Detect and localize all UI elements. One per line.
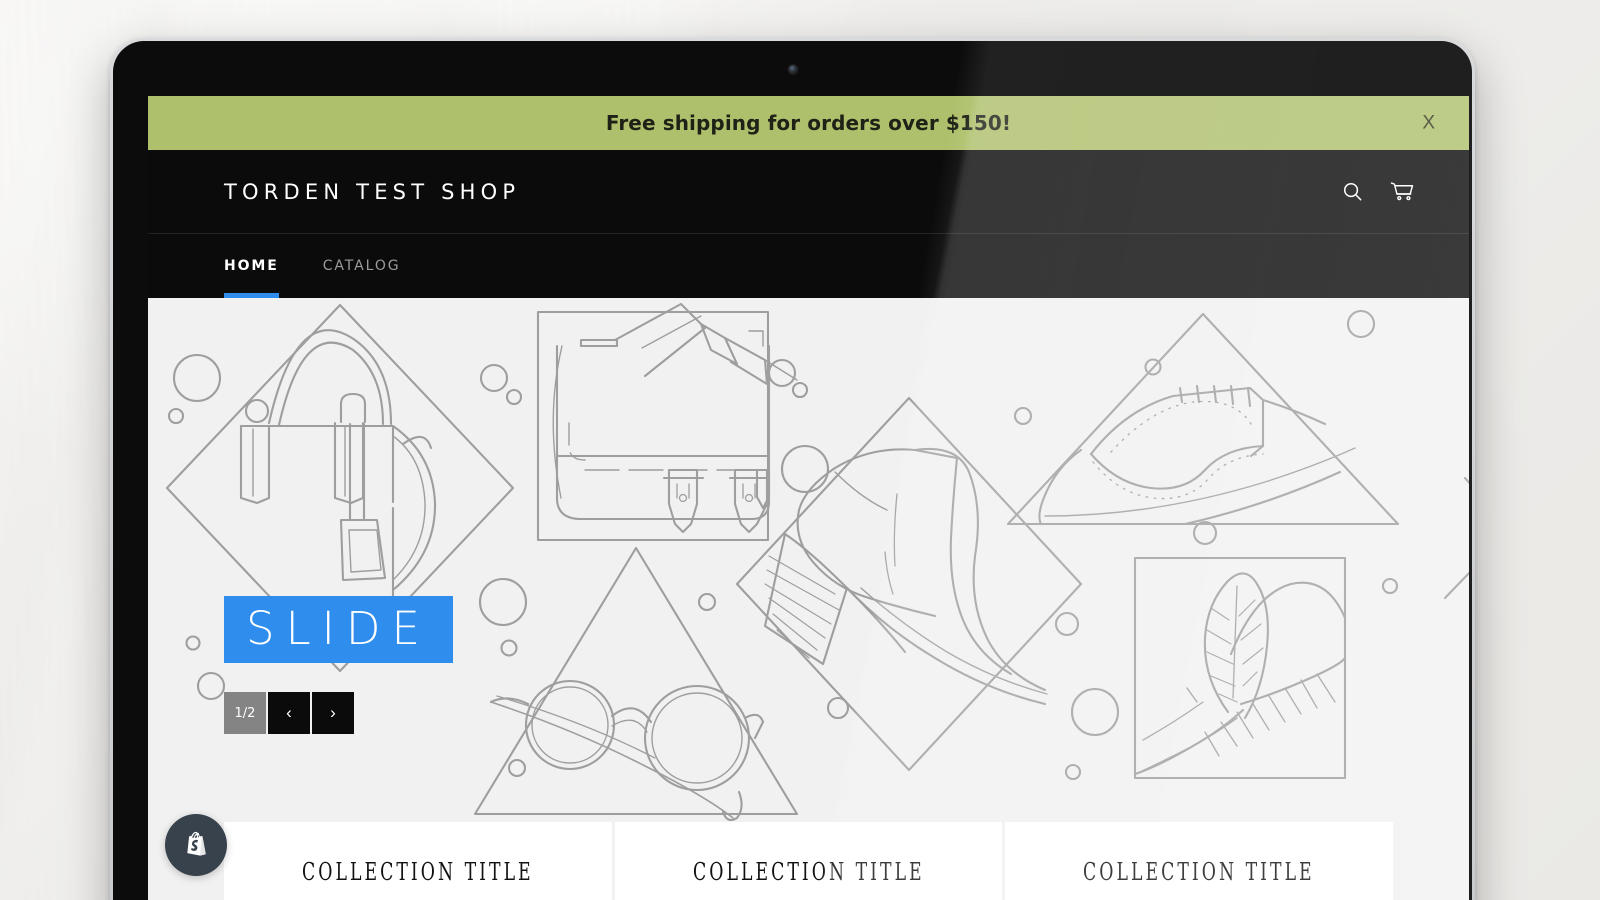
announcement-close-button[interactable]: X [1414, 108, 1443, 139]
shopify-bag-icon [187, 831, 206, 856]
shop-title[interactable]: TORDEN TEST SHOP [224, 180, 520, 204]
collection-title: COLLECTION TITLE [692, 858, 925, 886]
collection-title: COLLECTION TITLE [301, 858, 534, 886]
carousel-next-button[interactable]: › [312, 692, 354, 734]
collection-list: COLLECTION TITLE COLLECTION TITLE COLLEC… [148, 822, 1469, 900]
nav-item-catalog[interactable]: CATALOG [323, 234, 401, 298]
laptop-bezel: Free shipping for orders over $150! X TO… [113, 41, 1472, 900]
shopify-badge[interactable] [165, 814, 227, 876]
carousel-prev-button[interactable]: ‹ [268, 692, 310, 734]
collection-card[interactable]: COLLECTION TITLE [614, 822, 1003, 900]
hero-slideshow: SLIDE 1/2 ‹ › [148, 298, 1469, 822]
webcam-icon [788, 65, 797, 74]
laptop-device: Free shipping for orders over $150! X TO… [110, 38, 1475, 900]
search-icon[interactable] [1341, 180, 1364, 203]
site-nav: HOME CATALOG [148, 234, 1469, 298]
collection-card[interactable]: COLLECTION TITLE [224, 822, 612, 900]
collection-card[interactable]: COLLECTION TITLE [1005, 822, 1394, 900]
scene: Free shipping for orders over $150! X TO… [0, 0, 1600, 900]
hero-line-art [165, 302, 1469, 822]
header-actions [1341, 180, 1415, 203]
cart-icon[interactable] [1390, 180, 1415, 203]
nav-item-home[interactable]: HOME [224, 234, 279, 298]
announcement-bar: Free shipping for orders over $150! X [148, 96, 1469, 150]
slide-badge: SLIDE [224, 596, 453, 663]
announcement-text: Free shipping for orders over $150! [605, 111, 1012, 135]
carousel-controls: 1/2 ‹ › [224, 692, 354, 734]
slide-counter: 1/2 [224, 692, 266, 734]
site-header: TORDEN TEST SHOP [148, 150, 1469, 234]
browser-viewport: Free shipping for orders over $150! X TO… [148, 96, 1469, 900]
collection-title: COLLECTION TITLE [1083, 858, 1316, 886]
